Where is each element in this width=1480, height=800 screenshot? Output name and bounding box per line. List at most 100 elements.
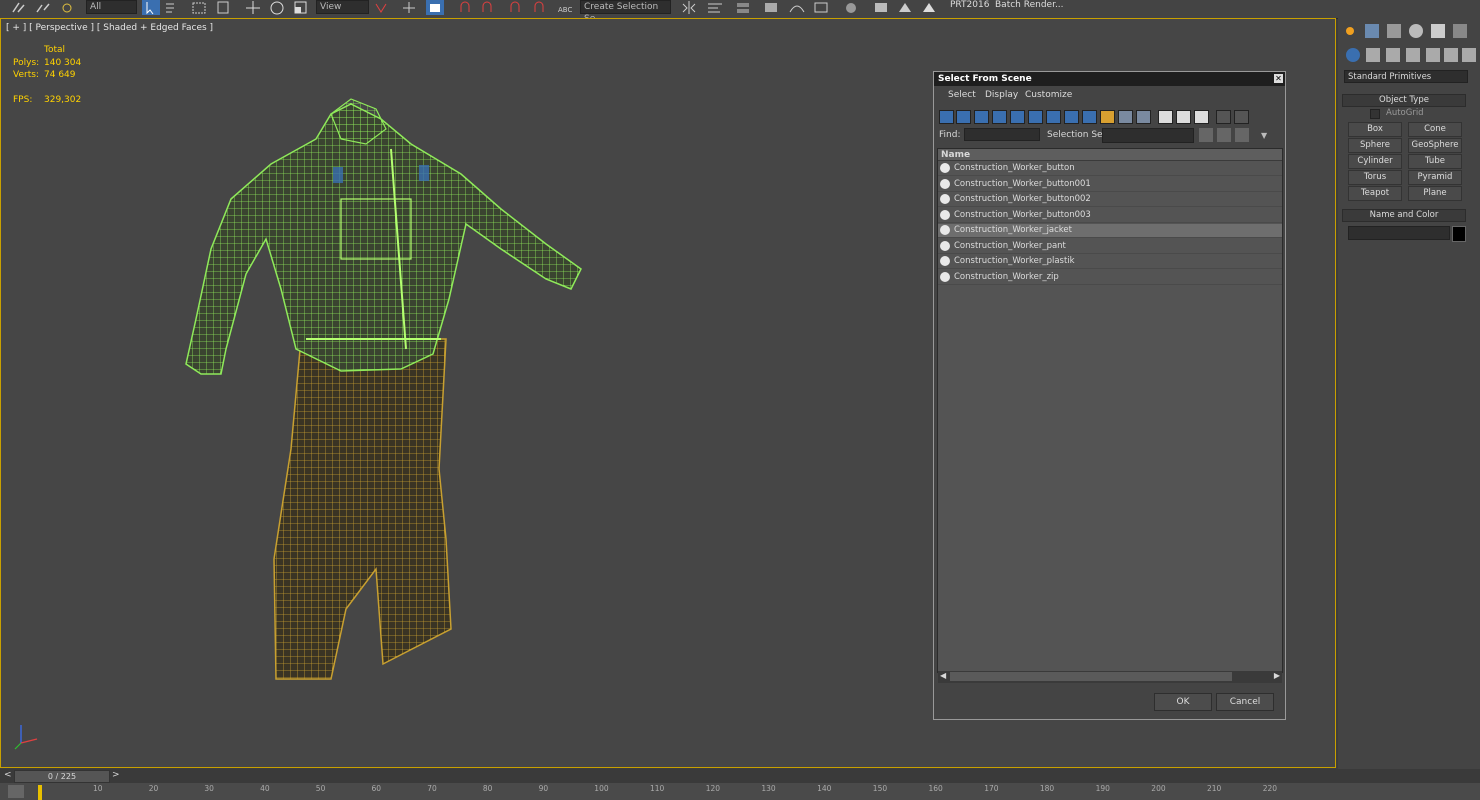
display-influences-icon[interactable] xyxy=(1176,110,1191,124)
list-item[interactable]: Construction_Worker_zip xyxy=(938,271,1282,285)
unlink-icon[interactable] xyxy=(34,0,52,15)
horizontal-scrollbar[interactable]: ◀ ▶ xyxy=(938,671,1282,683)
tube-button[interactable]: Tube xyxy=(1408,154,1462,169)
list-item[interactable]: Construction_Worker_pant xyxy=(938,240,1282,254)
groups-filter-icon[interactable] xyxy=(1046,110,1061,124)
plane-button[interactable]: Plane xyxy=(1408,186,1462,201)
add-to-selection-set-icon[interactable] xyxy=(1235,128,1249,142)
render-setup-icon[interactable] xyxy=(872,0,890,15)
rectangular-selection-icon[interactable] xyxy=(190,0,208,15)
torus-button[interactable]: Torus xyxy=(1348,170,1402,185)
hierarchy-tab-icon[interactable] xyxy=(1387,24,1401,38)
modify-tab-icon[interactable] xyxy=(1365,24,1379,38)
align-icon[interactable] xyxy=(706,0,724,15)
scrollbar-thumb[interactable] xyxy=(950,672,1232,681)
display-children-icon[interactable] xyxy=(1158,110,1173,124)
utilities-tab-icon[interactable] xyxy=(1453,24,1467,38)
display-dependents-icon[interactable] xyxy=(1194,110,1209,124)
list-item[interactable]: Construction_Worker_button003 xyxy=(938,209,1282,223)
object-type-rollout-header[interactable]: Object Type xyxy=(1342,94,1466,107)
frame-counter[interactable]: 0 / 225 xyxy=(14,770,110,783)
select-manipulate-icon[interactable] xyxy=(400,0,418,15)
next-frame-button[interactable]: > xyxy=(112,770,120,780)
bind-space-warp-icon[interactable] xyxy=(58,0,76,15)
render-production-icon[interactable] xyxy=(920,0,938,15)
scroll-left-icon[interactable]: ◀ xyxy=(940,671,946,680)
geometry-filter-icon[interactable] xyxy=(939,110,954,124)
list-item[interactable]: Construction_Worker_plastik xyxy=(938,255,1282,269)
construction-worker-model[interactable] xyxy=(171,89,591,689)
time-slider[interactable]: < 0 / 225 > xyxy=(0,769,1480,783)
helpers-icon[interactable] xyxy=(1426,48,1440,62)
prev-frame-button[interactable]: < xyxy=(4,770,12,780)
prt-label[interactable]: PRT2016 xyxy=(950,0,989,10)
select-object-icon[interactable] xyxy=(142,0,160,15)
menu-display[interactable]: Display xyxy=(985,90,1018,100)
cameras-icon[interactable] xyxy=(1406,48,1420,62)
filter-icon[interactable] xyxy=(1216,110,1231,124)
reference-coordinate-dropdown[interactable]: View xyxy=(316,0,369,14)
named-selection-dropdown[interactable]: Create Selection Se xyxy=(580,0,671,24)
pivot-center-icon[interactable] xyxy=(372,0,390,15)
curve-editor-icon[interactable] xyxy=(788,0,806,15)
schematic-view-icon[interactable] xyxy=(812,0,830,15)
geometry-icon[interactable] xyxy=(1346,48,1360,62)
advanced-filter-icon[interactable] xyxy=(1234,110,1249,124)
cylinder-button[interactable]: Cylinder xyxy=(1348,154,1402,169)
link-icon[interactable] xyxy=(10,0,28,15)
edit-named-selection-icon[interactable]: ABC xyxy=(556,0,574,15)
menu-customize[interactable]: Customize xyxy=(1025,90,1072,100)
select-all-icon[interactable] xyxy=(1100,110,1115,124)
move-icon[interactable] xyxy=(244,0,262,15)
pyramid-button[interactable]: Pyramid xyxy=(1408,170,1462,185)
sphere-button[interactable]: Sphere xyxy=(1348,138,1402,153)
rendered-frame-icon[interactable] xyxy=(896,0,914,15)
close-icon[interactable]: ✕ xyxy=(1274,74,1283,83)
create-selection-set-icon[interactable] xyxy=(1199,128,1213,142)
systems-icon[interactable] xyxy=(1462,48,1476,62)
object-color-swatch[interactable] xyxy=(1452,226,1466,242)
scroll-right-icon[interactable]: ▶ xyxy=(1274,671,1280,680)
xrefs-filter-icon[interactable] xyxy=(1064,110,1079,124)
display-tab-icon[interactable] xyxy=(1431,24,1445,38)
angle-snap-icon[interactable] xyxy=(478,0,496,15)
name-and-color-rollout-header[interactable]: Name and Color xyxy=(1342,209,1466,222)
selection-set-dropdown[interactable] xyxy=(1102,128,1194,143)
mini-curve-editor-icon[interactable] xyxy=(8,785,24,798)
create-tab-icon[interactable] xyxy=(1343,24,1357,38)
track-bar[interactable]: 10 20 30 40 50 60 70 80 90 100 110 120 130 140 150 160 1… xyxy=(0,783,1480,800)
list-item[interactable]: Construction_Worker_button002 xyxy=(938,193,1282,207)
shapes-filter-icon[interactable] xyxy=(956,110,971,124)
percent-snap-icon[interactable] xyxy=(506,0,524,15)
menu-select[interactable]: Select xyxy=(948,90,976,100)
find-input[interactable] xyxy=(964,128,1040,141)
primitive-type-dropdown[interactable]: Standard Primitives xyxy=(1344,70,1468,83)
snaps-toggle-icon[interactable] xyxy=(456,0,474,15)
scene-explorer-icon[interactable] xyxy=(762,0,780,15)
rotate-icon[interactable] xyxy=(268,0,286,15)
geosphere-button[interactable]: GeoSphere xyxy=(1408,138,1462,153)
autogrid-checkbox[interactable] xyxy=(1370,109,1380,119)
viewport-label[interactable]: [ + ] [ Perspective ] [ Shaded + Edged F… xyxy=(6,23,213,33)
select-none-icon[interactable] xyxy=(1118,110,1133,124)
shapes-icon[interactable] xyxy=(1366,48,1380,62)
lights-icon[interactable] xyxy=(1386,48,1400,62)
spinner-snap-icon[interactable] xyxy=(530,0,548,15)
cancel-button[interactable]: Cancel xyxy=(1216,693,1274,711)
ok-button[interactable]: OK xyxy=(1154,693,1212,711)
expand-icon[interactable]: ▼ xyxy=(1261,131,1267,140)
space-warps-icon[interactable] xyxy=(1444,48,1458,62)
layer-manager-icon[interactable] xyxy=(734,0,752,15)
list-item[interactable]: Construction_Worker_jacket xyxy=(938,224,1282,238)
name-column-header[interactable]: Name xyxy=(938,149,1282,161)
keyboard-shortcut-override-icon[interactable] xyxy=(426,0,444,15)
object-name-input[interactable] xyxy=(1348,226,1450,240)
helpers-filter-icon[interactable] xyxy=(1010,110,1025,124)
cone-button[interactable]: Cone xyxy=(1408,122,1462,137)
lights-filter-icon[interactable] xyxy=(974,110,989,124)
scale-icon[interactable] xyxy=(292,0,310,15)
list-item[interactable]: Construction_Worker_button xyxy=(938,162,1282,176)
spacewarps-filter-icon[interactable] xyxy=(1028,110,1043,124)
selection-filter-dropdown[interactable]: All xyxy=(86,0,137,14)
select-by-name-icon[interactable] xyxy=(164,0,182,15)
